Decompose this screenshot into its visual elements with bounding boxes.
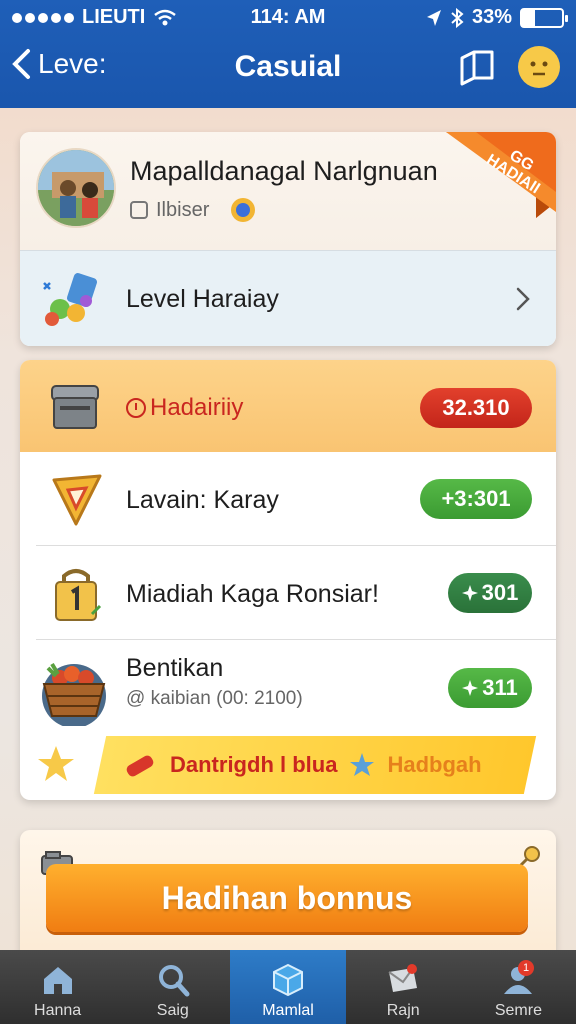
emoji-face-icon[interactable] [518, 46, 560, 88]
nav-label: Mamlal [262, 1002, 314, 1019]
bottom-nav: Hanna Saig Mamlal Rajn 1 Semre [0, 950, 576, 1024]
status-bar: LIEUTI 114: AM 33% [0, 0, 576, 34]
header-value-badge: 32.310 [420, 388, 532, 428]
nav-label: Rajn [386, 1002, 420, 1019]
bluetooth-icon [451, 7, 464, 28]
list-item[interactable]: Miadiah Kaga Ronsiar! 301 [36, 546, 556, 640]
book-icon[interactable] [458, 48, 496, 88]
spark-icon [462, 680, 479, 696]
promo-banner-right: Hadbgah [387, 752, 482, 777]
game-pieces-icon [43, 273, 98, 326]
spark-icon [461, 585, 478, 601]
nav-label: Hanna [34, 1002, 82, 1019]
promo-banner-left: Dantrigdh l blua [170, 752, 338, 777]
firecracker-icon [126, 755, 154, 777]
avatar [36, 148, 116, 228]
list-item-value-text: 301 [481, 580, 519, 605]
list-item[interactable]: Bentikan @ kaibian (00: 2100) 311 [36, 640, 556, 736]
list-item-sublabel: @ kaibian (00: 2100) [126, 688, 303, 710]
profile-subtitle: Ilbiser [130, 198, 256, 222]
chevron-left-icon [12, 49, 30, 79]
profile-subtitle-text: Ilbiser [156, 198, 210, 221]
clock-icon [126, 398, 146, 418]
list-item-value-text: 311 [482, 675, 518, 700]
list-item[interactable]: Lavain: Karay +3:301 [36, 452, 556, 546]
vegetable-basket-icon [42, 662, 106, 726]
notification-dot [406, 964, 417, 974]
promo-banner[interactable]: Dantrigdh l blua Hadbgah [122, 750, 482, 780]
nav-item-mail[interactable]: Rajn [346, 950, 461, 1024]
list-item-label: Bentikan [126, 654, 224, 682]
pizza-slice-icon [52, 474, 102, 526]
rewards-header-text: Hadairiiy [150, 394, 244, 421]
nav-item-home[interactable]: Hanna [0, 950, 115, 1024]
bonus-card: Hadihan bonnus [20, 830, 556, 970]
profile-name: Mapalldanagal Narlgnuan [130, 156, 438, 186]
id-icon [130, 201, 148, 219]
back-button[interactable]: Leve: [10, 48, 107, 80]
profile-card: Mapalldanagal Narlgnuan Ilbiser GG HADIA… [20, 132, 556, 346]
nav-badge: 1 [518, 960, 535, 976]
app-bar: Leve: Casuial [0, 40, 576, 100]
search-icon [158, 965, 190, 997]
list-item-value: 301 [448, 573, 532, 613]
top-bar: LIEUTI 114: AM 33% Leve: Casuial [0, 0, 576, 108]
battery-percent: 33% [471, 6, 512, 28]
star-icon [38, 746, 74, 781]
list-item-value: +3:301 [420, 479, 532, 519]
list-item-label: Lavain: Karay [126, 486, 279, 514]
status-right: 33% [426, 6, 568, 29]
level-label: Level Haraiay [126, 285, 279, 313]
list-item-sub-text: kaibian (00: 2100) [150, 688, 303, 709]
home-icon [43, 967, 72, 994]
battery-icon [520, 7, 568, 28]
nav-label: Saig [156, 1002, 189, 1019]
nav-item-profile[interactable]: 1 Semre [461, 950, 576, 1024]
profile-header: Mapalldanagal Narlgnuan Ilbiser GG HADIA… [20, 132, 556, 250]
box-icon [273, 963, 303, 997]
nav-item-search[interactable]: Saig [115, 950, 230, 1024]
padlock-icon [55, 569, 102, 621]
blue-star-icon [350, 753, 375, 776]
level-row[interactable]: Level Haraiay [20, 250, 556, 346]
globe-badge-icon [231, 198, 256, 222]
chest-icon [51, 385, 99, 429]
nav-item-box[interactable]: Mamlal [230, 950, 346, 1024]
location-icon [426, 9, 441, 26]
rewards-header[interactable]: Hadairiiy 32.310 [20, 360, 556, 452]
chevron-right-icon [516, 287, 530, 311]
at-icon: @ [126, 688, 151, 709]
nav-label: Semre [494, 1002, 542, 1019]
rewards-header-label: Hadairiiy [126, 394, 243, 422]
back-label: Leve: [38, 48, 107, 79]
bonus-button[interactable]: Hadihan bonnus [46, 864, 528, 932]
list-item-label: Miadiah Kaga Ronsiar! [126, 580, 379, 608]
list-item-value: 311 [448, 668, 532, 708]
page-title: Casuial [234, 50, 342, 83]
rewards-card: Hadairiiy 32.310 Lavain: Karay +3:301 Mi… [20, 360, 556, 800]
